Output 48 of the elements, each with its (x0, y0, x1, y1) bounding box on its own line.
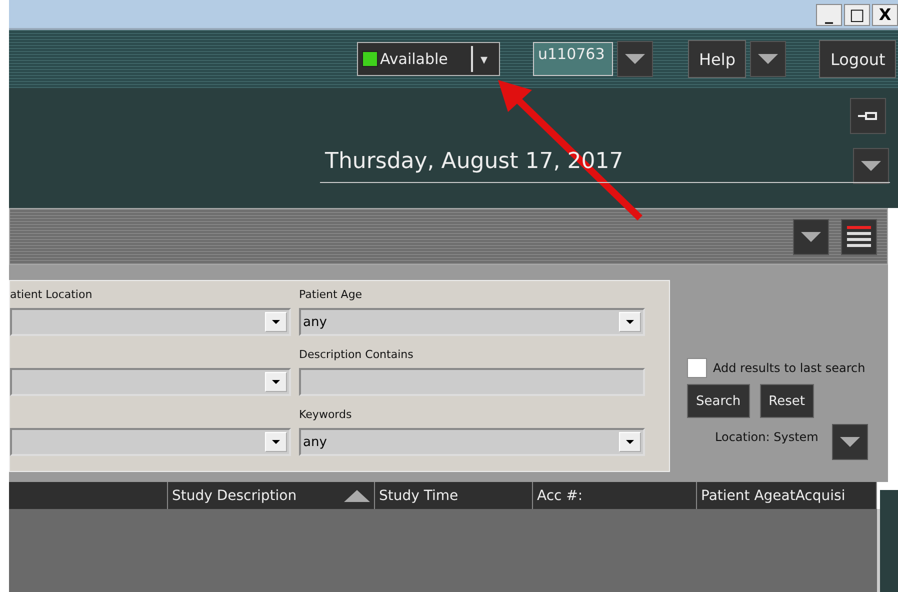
user-dropdown-button[interactable] (617, 41, 653, 77)
caret-icon (840, 437, 860, 447)
menu-button[interactable] (841, 218, 877, 254)
dropdown-field[interactable]: any (299, 308, 645, 336)
dropdown-button[interactable] (619, 312, 641, 332)
caret-icon (626, 440, 634, 444)
logout-button[interactable]: Logout (819, 40, 896, 78)
window-control-button[interactable]: X (872, 4, 898, 26)
window-control-button[interactable]: □ (844, 4, 870, 26)
user-name: u110763 (533, 42, 613, 76)
input-field[interactable] (299, 368, 645, 396)
field-label: atient Location (10, 288, 94, 303)
caret-icon (801, 232, 821, 242)
help-dropdown-button[interactable] (750, 41, 786, 77)
checkbox-label: Add results to last search (713, 361, 866, 375)
caret-icon (626, 320, 634, 324)
caret-icon (272, 440, 280, 444)
caret-icon (272, 320, 280, 324)
dropdown-button[interactable] (265, 372, 287, 392)
field-label: Description Contains (299, 348, 414, 363)
pin-button[interactable] (850, 98, 886, 134)
dropdown-button[interactable] (265, 432, 287, 452)
caret-icon (758, 54, 778, 64)
dropdown-field[interactable]: any (299, 428, 645, 456)
status-dropdown[interactable]: Available ▾ (357, 42, 500, 76)
dropdown-button[interactable] (265, 312, 287, 332)
dropdown-field[interactable] (10, 368, 291, 396)
dropdown-field[interactable] (10, 428, 291, 456)
window-control-button[interactable]: _ (816, 4, 842, 26)
menu-icon (847, 226, 871, 248)
location-dropdown-button[interactable] (832, 424, 868, 460)
field-label: Patient Age (299, 288, 364, 303)
caret-icon (272, 380, 280, 384)
field-label: Keywords (299, 408, 353, 423)
date-dropdown-button[interactable] (853, 148, 889, 184)
sort-icon (344, 490, 370, 502)
location-label: Location: System (715, 430, 818, 444)
checkbox[interactable] (687, 358, 707, 378)
search-button[interactable]: Search (687, 384, 750, 418)
status-label: Available (380, 50, 449, 68)
reset-button[interactable]: Reset (760, 384, 814, 418)
section-dropdown-button[interactable] (793, 218, 829, 254)
dropdown-field[interactable] (10, 308, 291, 336)
caret-icon (625, 54, 645, 64)
pin-icon (858, 110, 878, 120)
dropdown-button[interactable] (619, 432, 641, 452)
caret-icon (861, 161, 881, 171)
help-button[interactable]: Help (688, 40, 746, 78)
